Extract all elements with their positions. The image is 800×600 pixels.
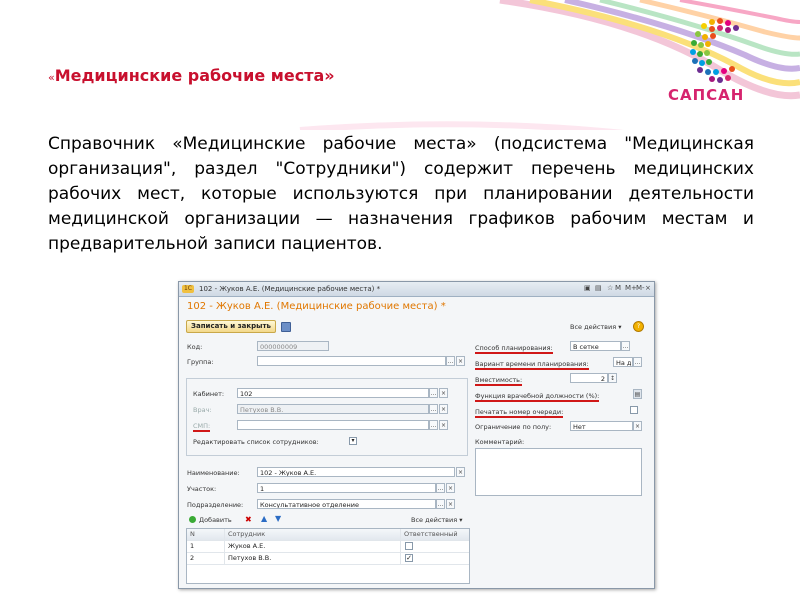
table-header-row: N Сотрудник Ответственный — [187, 529, 469, 541]
smp-field[interactable] — [237, 420, 429, 430]
help-icon[interactable]: ? — [633, 321, 644, 332]
window-title: 102 - Жуков А.Е. (Медицинские рабочие ме… — [199, 285, 381, 293]
responsible-checkbox[interactable] — [405, 542, 413, 550]
row-number: 2 — [187, 553, 225, 564]
form-toolbar: Записать и закрыть Все действия ▾ ? — [179, 317, 654, 335]
smp-clear-button[interactable]: × — [439, 420, 448, 430]
column-header-employee[interactable]: Сотрудник — [225, 529, 401, 540]
site-label: Участок: — [187, 485, 217, 493]
window-titlebar: 1С 102 - Жуков А.Е. (Медицинские рабочие… — [179, 282, 654, 297]
comment-label: Комментарий: — [475, 438, 525, 446]
print-queue-checkbox[interactable] — [630, 406, 638, 414]
cabinet-clear-button[interactable]: × — [439, 388, 448, 398]
column-header-responsible[interactable]: Ответственный — [401, 529, 469, 540]
delete-icon[interactable]: ✖ — [245, 515, 252, 524]
close-window-icon[interactable]: × — [645, 284, 651, 292]
plan-method-label: Способ планирования: — [475, 344, 553, 354]
site-field[interactable]: 1 — [257, 483, 436, 493]
doctor-field[interactable]: Петухов В.В. — [237, 404, 429, 414]
capacity-label: Вместимость: — [475, 376, 523, 386]
group-field[interactable] — [257, 356, 446, 366]
gender-label: Ограничение по полу: — [475, 423, 552, 431]
code-label: Код: — [187, 343, 203, 351]
slide-title-text: Медицинские рабочие места» — [54, 66, 335, 85]
position-open-button[interactable]: ▤ — [633, 389, 642, 399]
app-1c-icon: 1С — [182, 285, 194, 293]
staff-table: N Сотрудник Ответственный 1 Жуков А.Е. 2… — [186, 528, 470, 584]
doctor-label: Врач: — [193, 406, 212, 414]
form-title: 102 - Жуков А.Е. (Медицинские рабочие ме… — [187, 301, 446, 312]
all-actions-menu[interactable]: Все действия ▾ — [570, 323, 621, 331]
responsible-checkbox-checked[interactable]: ✓ — [405, 554, 413, 562]
row-number: 1 — [187, 541, 225, 552]
capacity-spin-button[interactable]: ↕ — [608, 373, 617, 383]
column-header-n[interactable]: N — [187, 529, 225, 540]
add-button[interactable]: Добавить — [199, 516, 232, 524]
print-queue-label: Печатать номер очереди: — [475, 408, 564, 418]
save-and-close-button[interactable]: Записать и закрыть — [186, 320, 276, 333]
gender-field[interactable]: Нет — [570, 421, 633, 431]
dept-label: Подразделение: — [187, 501, 244, 509]
edit-staff-checkbox[interactable]: ▾ — [349, 437, 357, 445]
save-icon[interactable] — [281, 322, 291, 332]
comment-field[interactable] — [475, 448, 642, 496]
dept-field[interactable]: Консультативное отделение — [257, 499, 436, 509]
cabinet-field[interactable]: 102 — [237, 388, 429, 398]
smp-label: СМП: — [193, 422, 211, 432]
move-up-icon[interactable]: ▲ — [261, 514, 267, 523]
site-clear-button[interactable]: × — [446, 483, 455, 493]
toolbar-icon-1[interactable]: ▣ — [584, 284, 591, 292]
dept-clear-button[interactable]: × — [446, 499, 455, 509]
cabinet-label: Кабинет: — [193, 390, 225, 398]
form-header: 102 - Жуков А.Е. (Медицинские рабочие ме… — [179, 297, 654, 317]
row-responsible: ✓ — [401, 553, 469, 564]
slide-title: «Медицинские рабочие места» — [48, 66, 335, 85]
name-label: Наименование: — [187, 469, 240, 477]
name-field[interactable]: 102 - Жуков А.Е. — [257, 467, 455, 477]
plan-method-field[interactable]: В сетке — [570, 341, 621, 351]
smp-select-button[interactable]: … — [429, 420, 438, 430]
move-down-icon[interactable]: ▼ — [275, 514, 281, 523]
row-employee: Петухов В.В. — [225, 553, 401, 564]
site-select-button[interactable]: … — [436, 483, 445, 493]
plan-method-select-button[interactable]: … — [621, 341, 630, 351]
logo-text: САПСАН — [668, 86, 745, 104]
app-window: 1С 102 - Жуков А.Е. (Медицинские рабочие… — [178, 281, 655, 589]
row-responsible — [401, 541, 469, 552]
slide-body-text: Справочник «Медицинские рабочие места» (… — [48, 134, 754, 254]
code-field[interactable]: 000000009 — [257, 341, 329, 351]
time-variant-select-button[interactable]: … — [633, 357, 642, 367]
favorites-icon[interactable]: ☆ — [607, 284, 613, 292]
doctor-clear-button[interactable]: × — [439, 404, 448, 414]
table-row[interactable]: 1 Жуков А.Е. — [187, 541, 469, 553]
table-all-actions-menu[interactable]: Все действия ▾ — [411, 516, 462, 524]
time-variant-label: Вариант времени планирования: — [475, 360, 589, 370]
table-row[interactable]: 2 Петухов В.В. ✓ — [187, 553, 469, 565]
group-select-button[interactable]: … — [446, 356, 455, 366]
name-clear-button[interactable]: × — [456, 467, 465, 477]
m-minus-button[interactable]: M- — [636, 284, 645, 292]
doctor-select-button[interactable]: … — [429, 404, 438, 414]
title-open-quote: « — [48, 71, 55, 84]
capacity-field[interactable]: 2 — [570, 373, 608, 383]
add-icon — [189, 516, 196, 523]
group-clear-button[interactable]: × — [456, 356, 465, 366]
edit-staff-label: Редактировать список сотрудников: — [193, 438, 319, 446]
toolbar-icon-2[interactable]: ▤ — [595, 284, 602, 292]
position-label: Функция врачебной должности (%): — [475, 392, 600, 402]
time-variant-field[interactable]: На д — [613, 357, 633, 367]
group-label: Группа: — [187, 358, 214, 366]
row-employee: Жуков А.Е. — [225, 541, 401, 552]
m-button[interactable]: M — [615, 284, 621, 292]
gender-clear-button[interactable]: × — [633, 421, 642, 431]
dept-select-button[interactable]: … — [436, 499, 445, 509]
cabinet-select-button[interactable]: … — [429, 388, 438, 398]
